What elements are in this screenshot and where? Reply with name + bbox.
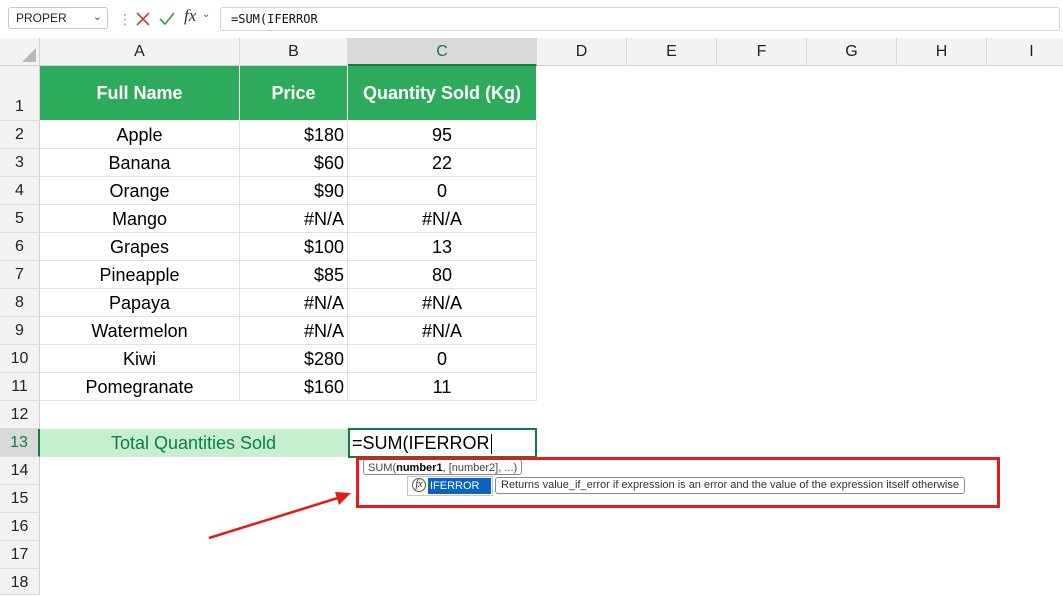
- cell-name[interactable]: Pomegranate: [40, 373, 240, 401]
- cell-name[interactable]: Pineapple: [40, 261, 240, 289]
- row-header-4[interactable]: 4: [0, 177, 40, 205]
- cell-quantity[interactable]: 0: [348, 345, 537, 373]
- active-cell-c13[interactable]: =SUM(IFERROR: [348, 428, 537, 458]
- enter-check-icon[interactable]: [158, 7, 176, 29]
- active-cell-text: =SUM(IFERROR: [352, 433, 490, 453]
- cell-price[interactable]: $280: [240, 345, 348, 373]
- cell-price[interactable]: $60: [240, 149, 348, 177]
- row-header-11[interactable]: 11: [0, 373, 40, 401]
- row-header-2[interactable]: 2: [0, 121, 40, 149]
- row-header-1[interactable]: 1: [0, 66, 40, 121]
- text-cursor: [490, 434, 492, 455]
- cell-quantity[interactable]: #N/A: [348, 205, 537, 233]
- cell-quantity[interactable]: #N/A: [348, 289, 537, 317]
- cancel-icon[interactable]: [134, 7, 152, 29]
- row-header-14[interactable]: 14: [0, 457, 40, 485]
- formula-text: =SUM(IFERROR: [231, 12, 318, 26]
- column-header-g[interactable]: G: [807, 38, 897, 66]
- row-header-3[interactable]: 3: [0, 149, 40, 177]
- row-header-5[interactable]: 5: [0, 205, 40, 233]
- table-header-full-name[interactable]: Full Name: [40, 66, 240, 121]
- row-header-16[interactable]: 16: [0, 513, 40, 541]
- row-header-7[interactable]: 7: [0, 261, 40, 289]
- name-box-value: PROPER: [16, 11, 67, 25]
- row-header-15[interactable]: 15: [0, 485, 40, 513]
- table-header-quantity[interactable]: Quantity Sold (Kg): [348, 66, 537, 121]
- cell-price[interactable]: #N/A: [240, 289, 348, 317]
- cell-name[interactable]: Watermelon: [40, 317, 240, 345]
- row-header-6[interactable]: 6: [0, 233, 40, 261]
- cell-price[interactable]: $90: [240, 177, 348, 205]
- formula-bar: PROPER ⌄ ⋮ fx ⌄ =SUM(IFERROR: [0, 0, 1063, 38]
- cell-price[interactable]: $180: [240, 121, 348, 149]
- cell-price[interactable]: #N/A: [240, 205, 348, 233]
- chevron-down-icon[interactable]: ⌄: [202, 9, 210, 20]
- formula-input[interactable]: =SUM(IFERROR: [220, 7, 1060, 31]
- cell-quantity[interactable]: 95: [348, 121, 537, 149]
- cell-quantity[interactable]: 13: [348, 233, 537, 261]
- column-header-b[interactable]: B: [240, 38, 348, 66]
- insert-function-icon[interactable]: fx: [184, 6, 196, 26]
- cell-quantity[interactable]: 11: [348, 373, 537, 401]
- annotation-arrow-icon: [208, 492, 351, 540]
- cell-name[interactable]: Apple: [40, 121, 240, 149]
- cell-price[interactable]: $85: [240, 261, 348, 289]
- row-header-13[interactable]: 13: [0, 429, 40, 457]
- name-box[interactable]: PROPER ⌄: [8, 7, 108, 29]
- cell-name[interactable]: Grapes: [40, 233, 240, 261]
- cell-price[interactable]: $160: [240, 373, 348, 401]
- cell-name[interactable]: Kiwi: [40, 345, 240, 373]
- row-header-8[interactable]: 8: [0, 289, 40, 317]
- cell-quantity[interactable]: 0: [348, 177, 537, 205]
- row-header-17[interactable]: 17: [0, 541, 40, 569]
- column-header-a[interactable]: A: [40, 38, 240, 66]
- cell-name[interactable]: Papaya: [40, 289, 240, 317]
- select-all-triangle-icon: [22, 48, 36, 62]
- table-header-price[interactable]: Price: [240, 66, 348, 121]
- cell-name[interactable]: Banana: [40, 149, 240, 177]
- row-header-12[interactable]: 12: [0, 401, 40, 429]
- total-label-cell[interactable]: Total Quantities Sold: [40, 429, 348, 457]
- annotation-highlight-box: [356, 457, 1000, 508]
- column-header-e[interactable]: E: [627, 38, 717, 66]
- column-header-i[interactable]: I: [987, 38, 1063, 66]
- cell-quantity[interactable]: #N/A: [348, 317, 537, 345]
- column-header-h[interactable]: H: [897, 38, 987, 66]
- cell-price[interactable]: #N/A: [240, 317, 348, 345]
- row-header-9[interactable]: 9: [0, 317, 40, 345]
- column-header-f[interactable]: F: [717, 38, 807, 66]
- select-all-button[interactable]: [0, 38, 40, 66]
- column-header-c[interactable]: C: [348, 38, 537, 66]
- spreadsheet-grid: A B C D E F G H I 1 2 3 4 5 6 7 8 9 10 1…: [0, 38, 1063, 595]
- column-header-d[interactable]: D: [537, 38, 627, 66]
- row-header-10[interactable]: 10: [0, 345, 40, 373]
- drag-handle-icon[interactable]: ⋮: [118, 9, 132, 29]
- cell-name[interactable]: Orange: [40, 177, 240, 205]
- row-header-18[interactable]: 18: [0, 569, 40, 595]
- chevron-down-icon[interactable]: ⌄: [93, 10, 102, 23]
- cell-price[interactable]: $100: [240, 233, 348, 261]
- cell-name[interactable]: Mango: [40, 205, 240, 233]
- cell-quantity[interactable]: 22: [348, 149, 537, 177]
- cell-quantity[interactable]: 80: [348, 261, 537, 289]
